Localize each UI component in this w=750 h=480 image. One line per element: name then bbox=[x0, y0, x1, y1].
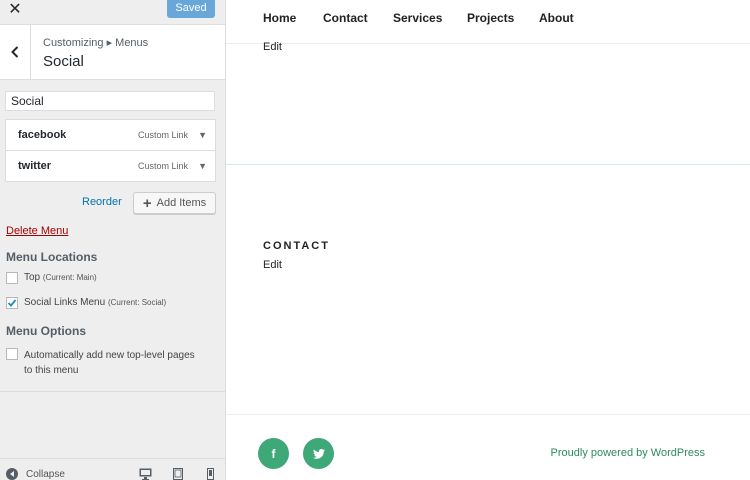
add-items-label: Add Items bbox=[156, 197, 207, 209]
delete-menu-link[interactable]: Delete Menu bbox=[6, 225, 68, 237]
contact-edit-link[interactable]: Edit bbox=[263, 259, 282, 271]
menu-locations-heading: Menu Locations bbox=[6, 250, 98, 264]
nav-home[interactable]: Home bbox=[263, 11, 296, 25]
nav-services[interactable]: Services bbox=[393, 11, 442, 25]
customizer-topbar: ✕ Saved bbox=[0, 0, 225, 18]
location-social-label[interactable]: Social Links Menu (Current: Social) bbox=[24, 297, 166, 308]
breadcrumb: Customizing ▸ Menus bbox=[43, 37, 149, 49]
tablet-icon bbox=[173, 468, 183, 480]
customizer-panel: ✕ Saved Customizing ▸ Menus Social faceb… bbox=[0, 0, 226, 480]
close-customizer-button[interactable]: ✕ bbox=[0, 0, 30, 18]
back-button[interactable] bbox=[0, 25, 31, 79]
menu-name-input[interactable] bbox=[5, 91, 215, 111]
edit-link[interactable]: Edit bbox=[263, 41, 282, 53]
mobile-icon bbox=[206, 468, 214, 480]
twitter-social-button[interactable] bbox=[303, 438, 334, 469]
collapse-button[interactable]: Collapse bbox=[6, 468, 65, 480]
customizer-footer: Collapse bbox=[0, 458, 225, 480]
site-preview: Home Contact Services Projects About Edi… bbox=[226, 0, 750, 480]
location-top-label[interactable]: Top (Current: Main) bbox=[24, 272, 97, 283]
tablet-preview-button[interactable] bbox=[171, 468, 185, 480]
facebook-icon: f bbox=[271, 446, 276, 461]
menu-options-heading: Menu Options bbox=[6, 324, 86, 338]
section-divider bbox=[226, 164, 750, 165]
auto-add-pages-label[interactable]: Automatically add new top-level pages to… bbox=[24, 348, 195, 378]
reorder-link[interactable]: Reorder bbox=[82, 196, 122, 208]
contact-heading: CONTACT bbox=[263, 240, 330, 252]
expand-arrow-icon[interactable]: ▼ bbox=[198, 130, 207, 140]
saved-button[interactable]: Saved bbox=[167, 0, 215, 18]
footer-divider bbox=[226, 414, 750, 415]
add-items-button[interactable]: + Add Items bbox=[133, 192, 216, 214]
twitter-icon bbox=[312, 448, 325, 459]
menu-item-facebook[interactable]: facebook Custom Link ▼ bbox=[5, 119, 216, 151]
panel-divider bbox=[0, 391, 225, 392]
location-social-checkbox[interactable] bbox=[6, 297, 18, 309]
menu-item-type: Custom Link bbox=[137, 130, 188, 140]
checkmark-icon bbox=[7, 299, 17, 307]
plus-icon: + bbox=[142, 194, 152, 212]
section-header: Customizing ▸ Menus Social bbox=[0, 24, 225, 80]
nav-projects[interactable]: Projects bbox=[467, 11, 514, 25]
auto-add-pages-checkbox[interactable] bbox=[6, 348, 18, 360]
desktop-preview-button[interactable] bbox=[138, 468, 152, 480]
mobile-preview-button[interactable] bbox=[203, 468, 217, 480]
expand-arrow-icon[interactable]: ▼ bbox=[198, 161, 207, 171]
chevron-left-icon bbox=[11, 46, 19, 58]
desktop-icon bbox=[139, 468, 151, 480]
site-navigation: Home Contact Services Projects About bbox=[226, 0, 750, 44]
location-top-checkbox[interactable] bbox=[6, 272, 18, 284]
menu-item-type: Custom Link bbox=[137, 161, 188, 171]
menu-item-title: twitter bbox=[18, 160, 51, 172]
nav-contact[interactable]: Contact bbox=[323, 11, 368, 25]
powered-by-wordpress-link[interactable]: Proudly powered by WordPress bbox=[551, 447, 705, 459]
collapse-label: Collapse bbox=[26, 468, 65, 480]
nav-about[interactable]: About bbox=[539, 11, 574, 25]
collapse-arrow-icon bbox=[6, 468, 18, 480]
menu-item-twitter[interactable]: twitter Custom Link ▼ bbox=[5, 150, 216, 182]
facebook-social-button[interactable]: f bbox=[258, 438, 289, 469]
menu-item-title: facebook bbox=[18, 129, 67, 141]
section-title: Social bbox=[43, 53, 84, 70]
close-icon: ✕ bbox=[8, 1, 22, 18]
